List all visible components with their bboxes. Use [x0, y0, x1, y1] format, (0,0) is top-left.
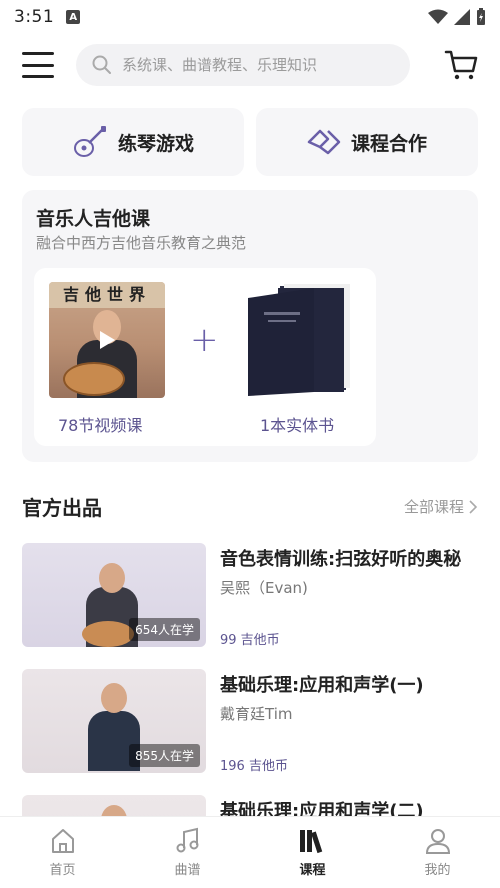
tab-courses-label: 课程	[299, 863, 326, 878]
course-cooperation-label: 课程合作	[350, 132, 427, 155]
course-thumbnail	[22, 795, 206, 816]
featured-course-subtitle: 融合中西方吉他音乐教育之典范	[36, 234, 247, 252]
practice-game-button[interactable]: 练琴游戏	[22, 108, 244, 176]
tab-sheet-music-label: 曲谱	[174, 863, 201, 878]
all-courses-link[interactable]: 全部课程	[404, 496, 478, 517]
status-icons	[428, 8, 486, 26]
tab-home[interactable]: 首页	[0, 817, 125, 888]
course-list-item[interactable]: 654人在学 音色表情训练:扫弦好听的奥秘 吴熙（Evan) 99 吉他币	[22, 543, 478, 648]
home-icon	[51, 829, 74, 853]
chevron-right-icon	[469, 499, 478, 514]
menu-icon[interactable]	[22, 52, 54, 78]
featured-course-bundle[interactable]: 吉他世界 + 78节视频课 1本实体书	[34, 268, 376, 446]
course-thumbnail: 855人在学	[22, 669, 206, 773]
music-note-icon	[176, 827, 198, 853]
notification-a-icon: A	[66, 10, 81, 24]
plus-icon: +	[190, 320, 219, 360]
search-icon	[92, 55, 111, 74]
handshake-icon	[307, 129, 341, 155]
book-icon	[248, 284, 350, 396]
play-icon[interactable]	[95, 328, 119, 352]
main-content: 练琴游戏 课程合作 音乐人吉他课 融合中西方吉他音乐教育之典范 吉他世界 + 7…	[0, 96, 500, 816]
course-author: 戴育廷Tim	[220, 705, 293, 723]
profile-icon	[425, 829, 450, 854]
official-section-header: 官方出品 全部课程	[22, 492, 478, 521]
course-name: 音色表情训练:扫弦好听的奥秘	[220, 549, 462, 570]
top-header	[0, 34, 500, 96]
featured-course-card: 音乐人吉他课 融合中西方吉他音乐教育之典范 吉他世界 + 78节视频课 1本实体…	[22, 190, 478, 462]
physical-book-count: 1本实体书	[260, 416, 335, 435]
learner-count-badge: 855人在学	[129, 744, 200, 767]
video-course-thumbnail[interactable]: 吉他世界	[49, 282, 165, 398]
guitar-icon	[73, 126, 106, 157]
learner-count-badge: 654人在学	[129, 618, 200, 641]
quick-entry-row: 练琴游戏 课程合作	[22, 108, 478, 176]
tab-profile-label: 我的	[424, 863, 451, 878]
search-bar[interactable]	[76, 44, 410, 86]
status-time: 3:51	[14, 7, 55, 27]
all-courses-label: 全部课程	[403, 498, 464, 516]
signal-icon	[454, 9, 470, 25]
course-price: 99 吉他币	[220, 633, 280, 648]
course-author: 吴熙（Evan)	[220, 579, 308, 597]
featured-course-title: 音乐人吉他课	[36, 208, 151, 230]
course-name: 基础乐理:应用和声学(二)	[220, 801, 424, 816]
course-name: 基础乐理:应用和声学(一)	[220, 675, 424, 696]
tab-profile[interactable]: 我的	[375, 817, 500, 888]
course-price: 196 吉他币	[220, 759, 288, 774]
video-thumb-banner: 吉他世界	[49, 282, 165, 308]
tab-sheet-music[interactable]: 曲谱	[125, 817, 250, 888]
bottom-tab-bar: 首页 曲谱 课程 我的	[0, 816, 500, 888]
video-course-count: 78节视频课	[58, 416, 143, 435]
search-input[interactable]	[122, 56, 382, 74]
course-thumbnail: 654人在学	[22, 543, 206, 647]
books-icon	[299, 830, 322, 854]
battery-icon	[477, 8, 485, 25]
tab-courses[interactable]: 课程	[250, 817, 375, 888]
practice-game-label: 练琴游戏	[117, 132, 194, 155]
cart-icon[interactable]	[444, 49, 478, 81]
course-cooperation-button[interactable]: 课程合作	[256, 108, 478, 176]
course-list-item[interactable]: 855人在学 基础乐理:应用和声学(一) 戴育廷Tim 196 吉他币	[22, 669, 478, 774]
status-bar: 3:51 A	[0, 0, 500, 34]
official-section-title: 官方出品	[22, 496, 102, 520]
tab-home-label: 首页	[49, 863, 76, 878]
wifi-icon	[428, 9, 448, 24]
course-list-item[interactable]: 基础乐理:应用和声学(二)	[22, 795, 478, 816]
